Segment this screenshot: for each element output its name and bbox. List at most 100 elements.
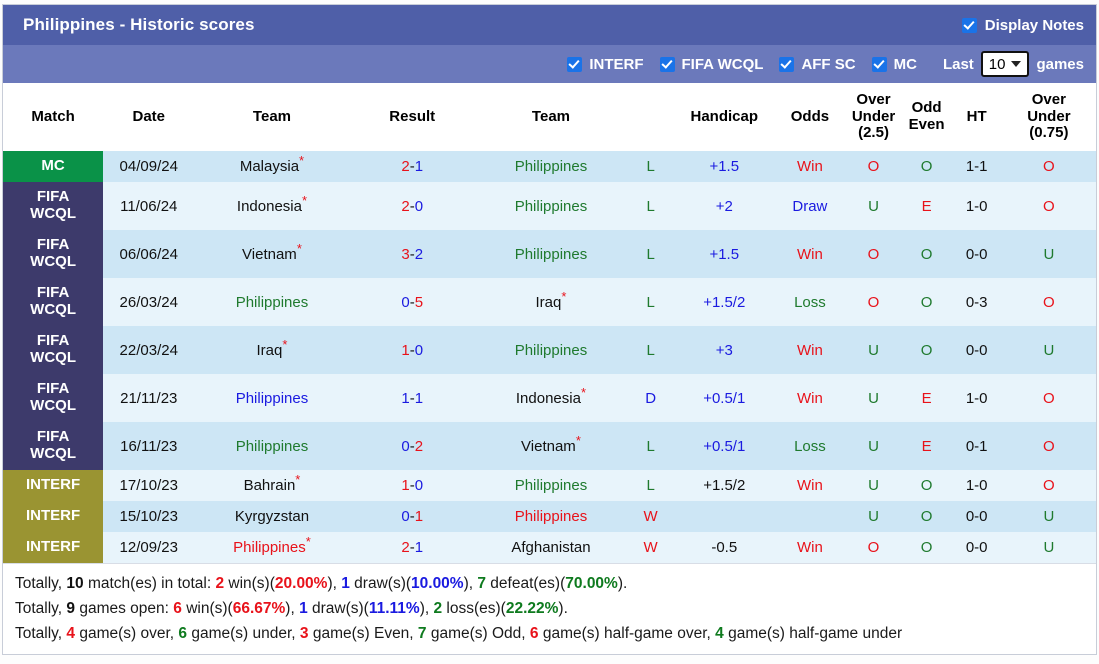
over-under-25-value: O — [868, 294, 880, 311]
match-result[interactable]: 2-1 — [350, 532, 475, 563]
table-row[interactable]: INTERF15/10/23Kyrgyzstan0-1PhilippinesWU… — [3, 501, 1096, 532]
over-under-25-value: O — [868, 246, 880, 263]
away-team-label: Philippines — [515, 158, 588, 175]
table-row[interactable]: FIFA WCQL22/03/24Iraq*1-0PhilippinesL+3W… — [3, 326, 1096, 374]
col-home-team: Team — [194, 83, 349, 151]
table-row[interactable]: MC04/09/24Malaysia*2-1PhilippinesL+1.5Wi… — [3, 151, 1096, 182]
table-row[interactable]: FIFA WCQL26/03/24Philippines0-5Iraq*L+1.… — [3, 278, 1096, 326]
over-under-25: O — [845, 532, 901, 563]
checkbox-icon[interactable] — [872, 57, 887, 72]
home-team[interactable]: Vietnam* — [194, 230, 349, 278]
win-loss-draw: L — [627, 278, 674, 326]
away-team[interactable]: Vietnam* — [475, 422, 627, 470]
away-team[interactable]: Philippines — [475, 326, 627, 374]
home-team[interactable]: Indonesia* — [194, 182, 349, 230]
home-team[interactable]: Kyrgyzstan — [194, 501, 349, 532]
home-team[interactable]: Philippines — [194, 374, 349, 422]
competition-badge[interactable]: FIFA WCQL — [3, 374, 103, 422]
competition-badge[interactable]: INTERF — [3, 470, 103, 501]
checkbox-icon[interactable] — [779, 57, 794, 72]
competition-badge[interactable]: FIFA WCQL — [3, 278, 103, 326]
home-team[interactable]: Philippines — [194, 278, 349, 326]
summary-total-part: 10.00% — [411, 575, 464, 592]
table-row[interactable]: FIFA WCQL06/06/24Vietnam*3-2PhilippinesL… — [3, 230, 1096, 278]
match-result[interactable]: 0-2 — [350, 422, 475, 470]
col-result: Result — [350, 83, 475, 151]
table-row[interactable]: FIFA WCQL16/11/23Philippines0-2Vietnam*L… — [3, 422, 1096, 470]
score-home: 1 — [401, 390, 409, 407]
away-team[interactable]: Philippines — [475, 230, 627, 278]
display-notes-toggle[interactable]: Display Notes — [962, 17, 1084, 34]
match-result[interactable]: 3-2 — [350, 230, 475, 278]
away-team[interactable]: Indonesia* — [475, 374, 627, 422]
odds-outcome: Win — [774, 374, 845, 422]
filter-toggle-interf[interactable]: INTERF — [567, 56, 643, 73]
odds-outcome-value: Loss — [794, 438, 826, 455]
competition-badge-label: FIFA WCQL — [3, 182, 103, 230]
over-under-075-value: O — [1043, 294, 1055, 311]
home-team[interactable]: Bahrain* — [194, 470, 349, 501]
competition-badge[interactable]: INTERF — [3, 532, 103, 563]
display-notes-label: Display Notes — [985, 17, 1084, 34]
filter-toggle-fifa-wcql[interactable]: FIFA WCQL — [660, 56, 764, 73]
half-time-score-value: 1-0 — [966, 390, 988, 407]
match-date: 21/11/23 — [103, 374, 194, 422]
competition-badge[interactable]: FIFA WCQL — [3, 422, 103, 470]
competition-badge[interactable]: MC — [3, 151, 103, 182]
home-team[interactable]: Philippines* — [194, 532, 349, 563]
match-result[interactable]: 0-5 — [350, 278, 475, 326]
score-home: 0 — [401, 438, 409, 455]
handicap-value: +1.5 — [709, 158, 739, 175]
summary-overunder-part: 4 — [66, 625, 75, 642]
over-under-25-value: U — [868, 198, 879, 215]
summary-overunder-part: game(s) half-game under — [724, 625, 902, 642]
match-result[interactable]: 1-0 — [350, 326, 475, 374]
col-oddeven-line2: Even — [904, 117, 950, 134]
odd-even-value: O — [921, 508, 933, 525]
competition-badge[interactable]: FIFA WCQL — [3, 230, 103, 278]
match-result[interactable]: 0-1 — [350, 501, 475, 532]
away-team[interactable]: Philippines — [475, 501, 627, 532]
table-row[interactable]: INTERF12/09/23Philippines*2-1Afghanistan… — [3, 532, 1096, 563]
checkbox-icon[interactable] — [660, 57, 675, 72]
win-loss-draw-value: L — [646, 198, 654, 215]
home-team[interactable]: Malaysia* — [194, 151, 349, 182]
match-result[interactable]: 1-1 — [350, 374, 475, 422]
competition-badge[interactable]: FIFA WCQL — [3, 326, 103, 374]
filter-toggle-aff-sc[interactable]: AFF SC — [779, 56, 855, 73]
col-date: Date — [103, 83, 194, 151]
away-team[interactable]: Iraq* — [475, 278, 627, 326]
summary-total-part: match(es) in total: — [84, 575, 216, 592]
filter-toggle-mc[interactable]: MC — [872, 56, 917, 73]
over-under-075: O — [1002, 470, 1096, 501]
title-bar: Philippines - Historic scores Display No… — [3, 5, 1096, 45]
away-team[interactable]: Afghanistan — [475, 532, 627, 563]
away-team[interactable]: Philippines — [475, 151, 627, 182]
table-row[interactable]: INTERF17/10/23Bahrain*1-0PhilippinesL+1.… — [3, 470, 1096, 501]
display-notes-checkbox-icon[interactable] — [962, 18, 977, 33]
home-team[interactable]: Iraq* — [194, 326, 349, 374]
win-loss-draw-value: L — [646, 438, 654, 455]
summary-overunder-part: Totally, — [15, 625, 66, 642]
table-row[interactable]: FIFA WCQL21/11/23Philippines1-1Indonesia… — [3, 374, 1096, 422]
score-home: 1 — [401, 342, 409, 359]
half-time-score: 0-1 — [952, 422, 1002, 470]
col-ht: HT — [952, 83, 1002, 151]
match-result[interactable]: 2-1 — [350, 151, 475, 182]
odd-even: O — [902, 326, 952, 374]
summary-open-part: games open: — [75, 600, 173, 617]
win-loss-draw-value: L — [646, 158, 654, 175]
table-row[interactable]: FIFA WCQL11/06/24Indonesia*2-0Philippine… — [3, 182, 1096, 230]
match-result[interactable]: 1-0 — [350, 470, 475, 501]
home-team[interactable]: Philippines — [194, 422, 349, 470]
win-loss-draw: L — [627, 230, 674, 278]
checkbox-icon[interactable] — [567, 57, 582, 72]
competition-badge[interactable]: INTERF — [3, 501, 103, 532]
away-team[interactable]: Philippines — [475, 470, 627, 501]
match-result[interactable]: 2-0 — [350, 182, 475, 230]
last-games-select[interactable]: 10 — [981, 51, 1030, 77]
away-team[interactable]: Philippines — [475, 182, 627, 230]
summary-total-part: Totally, — [15, 575, 66, 592]
competition-badge[interactable]: FIFA WCQL — [3, 182, 103, 230]
odds-outcome — [774, 501, 845, 532]
